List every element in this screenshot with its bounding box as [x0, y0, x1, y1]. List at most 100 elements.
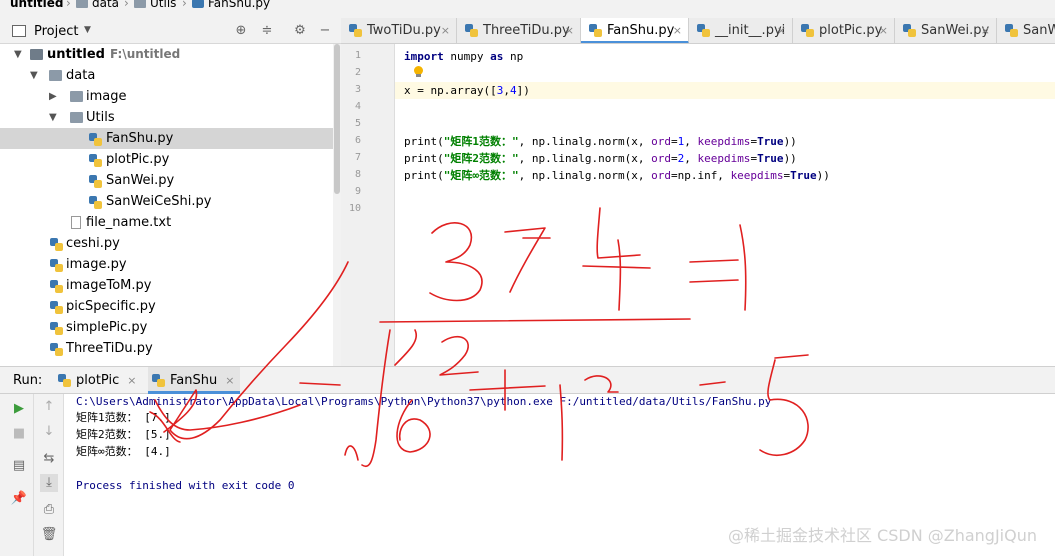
collapse-all-icon[interactable]: ≑ — [259, 23, 275, 39]
gear-icon[interactable]: ⚙ — [292, 23, 308, 39]
project-panel-title[interactable]: Project — [34, 24, 78, 39]
breadcrumb-item-utils[interactable]: Utils — [134, 0, 176, 10]
tree-item-sanweiceshi[interactable]: SanWeiCeShi.py — [0, 191, 341, 212]
scrollbar-thumb[interactable] — [334, 44, 340, 194]
print-icon[interactable]: ⎙ — [40, 501, 58, 519]
tree-item-label: untitled — [47, 47, 105, 62]
line-number: 1 — [354, 50, 361, 61]
close-icon[interactable]: × — [879, 18, 888, 43]
project-panel-header: Project ▼ ⊕ ≑ ⚙ − — [0, 18, 341, 44]
tree-item-label: file_name.txt — [86, 215, 172, 230]
python-file-icon — [1005, 24, 1018, 37]
tree-item-label: ThreeTiDu.py — [66, 341, 153, 356]
console-command-line: C:\Users\Administrator\AppData\Local\Pro… — [76, 395, 772, 408]
locate-icon[interactable]: ⊕ — [233, 23, 249, 39]
breadcrumb: untitled › data › Utils › FanShu.py — [0, 0, 1055, 11]
tree-item-threetidu[interactable]: ThreeTiDu.py — [0, 338, 341, 359]
rerun-icon[interactable]: ▶ — [10, 400, 28, 418]
tree-item-image-py[interactable]: image.py — [0, 254, 341, 275]
trash-icon[interactable]: 🗑 — [40, 526, 58, 544]
chevron-down-icon[interactable]: ▼ — [84, 25, 91, 35]
line-number: 3 — [354, 84, 361, 95]
editor-gutter: 1 2 3 4 5 6 7 8 9 10 — [341, 44, 395, 366]
tab-twotidu[interactable]: TwoTiDu.py × — [341, 18, 457, 43]
code-line-6: print("矩阵1范数：", np.linalg.norm(x, ord=1,… — [404, 135, 797, 148]
breadcrumb-item-fanshu[interactable]: FanShu.py — [192, 0, 270, 10]
python-file-icon — [89, 154, 102, 167]
tree-item-imagetom[interactable]: imageToM.py — [0, 275, 341, 296]
hide-panel-icon[interactable]: − — [317, 23, 333, 39]
tree-item-untitled[interactable]: ▼ untitled F:\untitled — [0, 44, 341, 65]
chevron-down-icon[interactable]: ▼ — [30, 65, 38, 86]
tree-item-label: image — [86, 89, 127, 104]
tree-item-label: simplePic.py — [66, 320, 148, 335]
run-tab-fanshu[interactable]: FanShu × — [148, 367, 240, 394]
project-window-icon — [12, 25, 26, 37]
run-panel-header: Run: plotPic × FanShu × — [0, 366, 1055, 394]
close-icon[interactable]: × — [777, 18, 786, 43]
python-file-icon — [50, 301, 63, 314]
console-output-line: 矩阵1范数： [7.] — [76, 411, 171, 424]
editor-tab-bar: TwoTiDu.py × ThreeTiDu.py × FanShu.py × __i… — [341, 18, 1055, 44]
tab-threetidu[interactable]: ThreeTiDu.py × — [457, 18, 581, 43]
close-icon[interactable]: × — [673, 18, 682, 43]
pin-icon[interactable]: 📌 — [10, 490, 28, 508]
close-icon[interactable]: × — [441, 18, 450, 43]
tab-fanshu[interactable]: FanShu.py × — [581, 18, 689, 43]
arrow-down-icon[interactable]: ↓ — [40, 423, 58, 441]
stop-icon[interactable]: ■ — [10, 425, 28, 443]
close-icon[interactable]: × — [225, 374, 234, 387]
lightbulb-icon[interactable] — [413, 66, 423, 78]
chevron-right-icon[interactable]: ▶ — [49, 86, 57, 107]
python-file-icon — [465, 24, 478, 37]
tree-item-simplepic[interactable]: simplePic.py — [0, 317, 341, 338]
tree-item-fanshu[interactable]: FanShu.py — [0, 128, 341, 149]
tree-item-label: imageToM.py — [66, 278, 152, 293]
line-number: 7 — [354, 152, 361, 163]
layout-icon[interactable]: ▤ — [10, 457, 28, 475]
close-icon[interactable]: × — [127, 374, 136, 387]
tree-item-sanwei[interactable]: SanWei.py — [0, 170, 341, 191]
breadcrumb-item-data[interactable]: data — [76, 0, 119, 10]
tree-item-plotpic[interactable]: plotPic.py — [0, 149, 341, 170]
tab-sanwei[interactable]: SanWei.py × — [895, 18, 997, 43]
breadcrumb-item-untitled[interactable]: untitled — [10, 0, 64, 10]
line-number: 6 — [354, 135, 361, 146]
python-file-icon — [801, 24, 814, 37]
arrow-up-icon[interactable]: ↑ — [40, 398, 58, 416]
scroll-to-end-icon[interactable]: ⤓ — [40, 474, 58, 492]
tree-item-picspecific[interactable]: picSpecific.py — [0, 296, 341, 317]
run-tab-plotpic[interactable]: plotPic × — [54, 367, 142, 394]
tree-item-label: picSpecific.py — [66, 299, 156, 314]
tree-item-data[interactable]: ▼ data — [0, 65, 341, 86]
tree-item-file-name-txt[interactable]: file_name.txt — [0, 212, 341, 233]
tree-item-utils[interactable]: ▼ Utils — [0, 107, 341, 128]
run-toolbar-secondary: ↑ ↓ ⇆ ⤓ ⎙ 🗑 — [34, 394, 64, 556]
soft-wrap-icon[interactable]: ⇆ — [40, 450, 58, 468]
console-exit-line: Process finished with exit code 0 — [76, 479, 295, 492]
console-output-line: 矩阵2范数： [5.] — [76, 428, 171, 441]
chevron-down-icon[interactable]: ▼ — [14, 44, 22, 65]
line-number: 5 — [354, 118, 361, 129]
python-file-icon — [50, 280, 63, 293]
close-icon[interactable]: × — [981, 18, 990, 43]
folder-icon — [70, 112, 83, 123]
line-number: 9 — [354, 186, 361, 197]
close-icon[interactable]: × — [565, 18, 574, 43]
python-file-icon — [192, 0, 204, 8]
python-file-icon — [589, 24, 602, 37]
code-line-8: print("矩阵∞范数：", np.linalg.norm(x, ord=np… — [404, 169, 830, 182]
python-file-icon — [349, 24, 362, 37]
chevron-down-icon[interactable]: ▼ — [49, 107, 57, 128]
project-scrollbar[interactable] — [333, 44, 341, 366]
tree-item-label: SanWeiCeShi.py — [106, 194, 212, 209]
tab-sanweiceshi[interactable]: SanW — [997, 18, 1055, 43]
tree-item-label: SanWei.py — [106, 173, 175, 188]
tree-item-ceshi[interactable]: ceshi.py — [0, 233, 341, 254]
code-editor[interactable]: import numpy as np x = np.array([3,4]) p… — [395, 44, 1055, 366]
project-tree: ▼ untitled F:\untitled ▼ data ▶ image ▼ U… — [0, 44, 341, 366]
tree-item-image[interactable]: ▶ image — [0, 86, 341, 107]
tab-init-pyi[interactable]: __init__.pyi × — [689, 18, 793, 43]
run-label: Run: — [13, 373, 43, 388]
tab-plotpic[interactable]: plotPic.py × — [793, 18, 895, 43]
